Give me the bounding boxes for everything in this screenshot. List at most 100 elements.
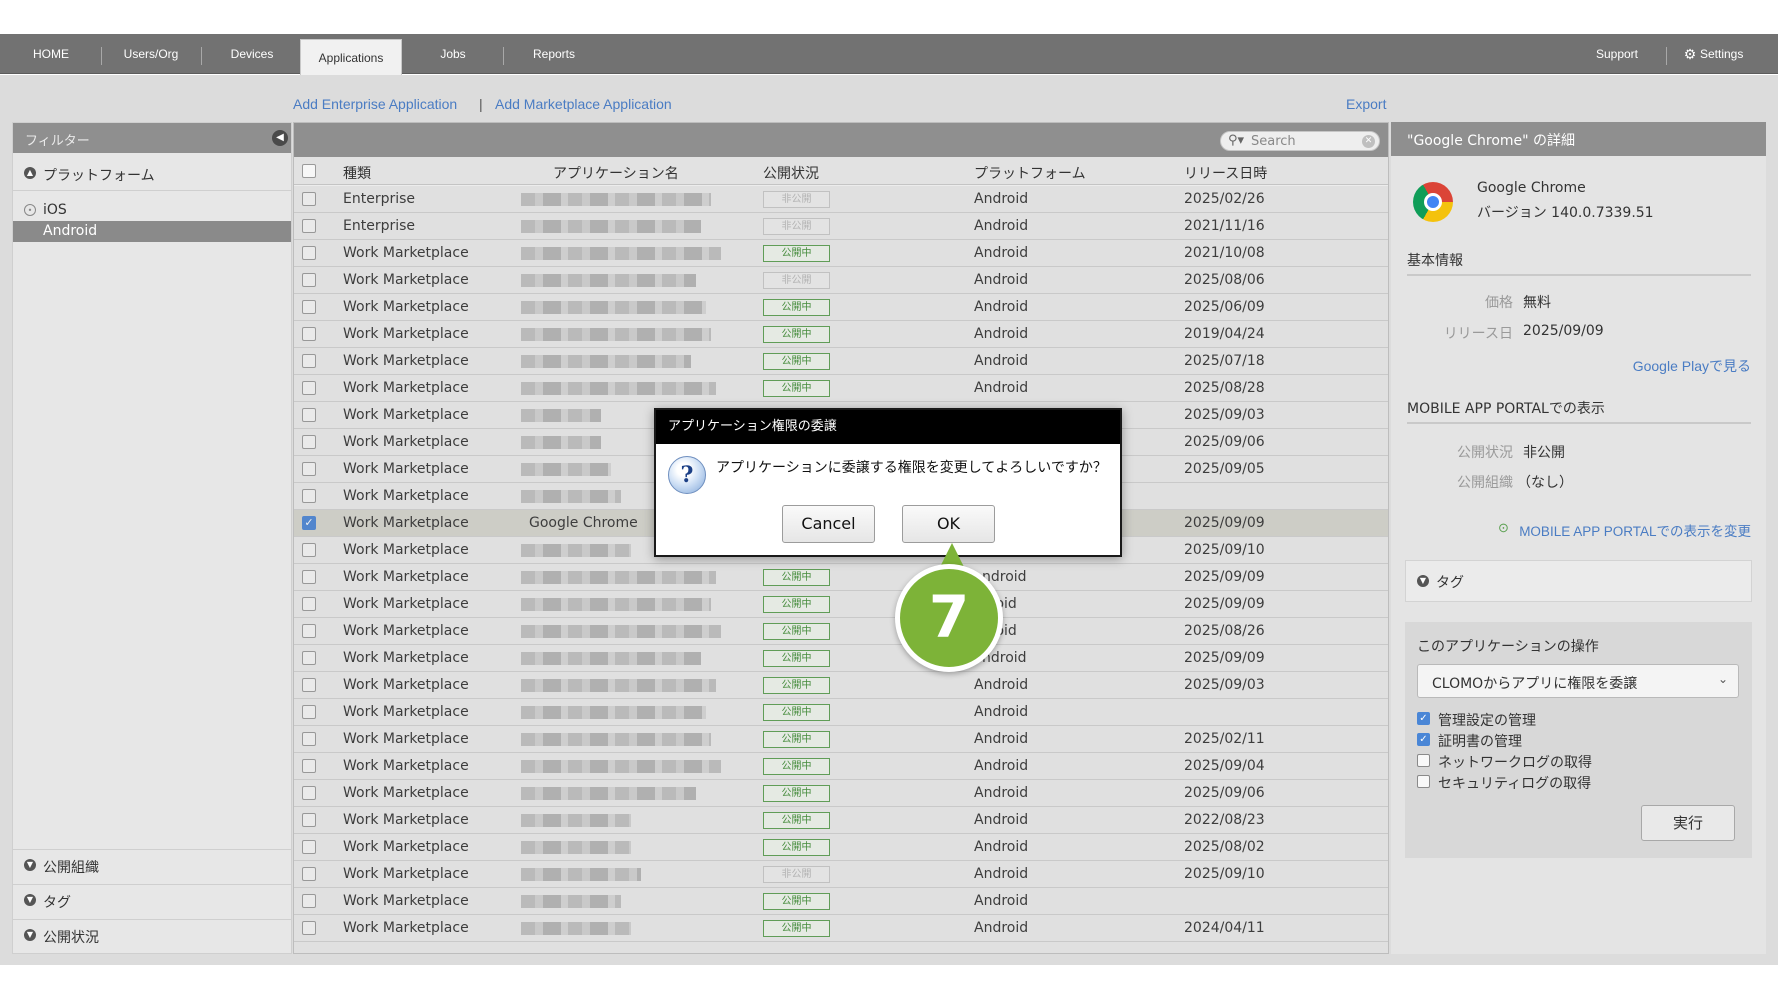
portal-heading: MOBILE APP PORTALでの表示 xyxy=(1407,401,1605,417)
dialog-title: アプリケーション権限の委譲 xyxy=(656,410,1120,444)
chevron-down-icon: ⌄ xyxy=(1717,672,1728,686)
confirm-dialog: アプリケーション権限の委譲 ? アプリケーションに委譲する権限を変更してよろしい… xyxy=(654,408,1122,557)
tab-reports[interactable]: Reports xyxy=(516,34,592,74)
filter-status-section[interactable]: ▼ 公開状況 xyxy=(13,927,291,949)
filter-tag-section[interactable]: ▼ タグ xyxy=(13,892,291,914)
add-marketplace-app-link[interactable]: Add Marketplace Application xyxy=(495,96,672,112)
operation-select-value: CLOMOからアプリに権限を委譲 xyxy=(1432,676,1638,692)
filter-status-label: 公開状況 xyxy=(43,930,99,946)
operation-select[interactable]: CLOMOからアプリに権限を委譲 ⌄ xyxy=(1417,664,1739,698)
modal-dim-overlay xyxy=(294,186,1388,953)
clear-icon[interactable]: ✕ xyxy=(1362,135,1375,148)
col-status[interactable]: 公開状況 xyxy=(763,163,819,183)
chrome-app-icon xyxy=(1413,182,1453,222)
add-enterprise-app-link[interactable]: Add Enterprise Application xyxy=(293,96,457,112)
nav-separator xyxy=(1666,47,1667,65)
google-play-link[interactable]: Google Playで見る xyxy=(1625,356,1751,376)
tab-devices[interactable]: Devices xyxy=(214,34,290,74)
option-label: ネットワークログの取得 xyxy=(1438,755,1592,771)
tab-applications[interactable]: Applications xyxy=(300,39,402,75)
divider xyxy=(13,190,291,191)
app-version: バージョン 140.0.7339.51 xyxy=(1477,205,1654,221)
pub-status-label: 公開状況 xyxy=(1457,445,1513,461)
expand-icon: ▼ xyxy=(24,929,36,941)
tab-users-org[interactable]: Users/Org xyxy=(110,34,192,74)
search-icon: ⚲▾ xyxy=(1228,133,1245,148)
expand-icon: ▼ xyxy=(24,859,36,871)
divider xyxy=(1407,422,1751,424)
radio-icon: • xyxy=(24,204,36,216)
col-app-name[interactable]: アプリケーション名 xyxy=(553,163,679,183)
price-value: 無料 xyxy=(1523,295,1551,311)
settings-link[interactable]: Settings xyxy=(1700,34,1756,74)
nav-separator xyxy=(101,47,102,65)
filter-android[interactable]: Android xyxy=(13,221,291,242)
tab-home[interactable]: HOME xyxy=(18,34,84,74)
filter-title: フィルター xyxy=(25,134,90,149)
divider xyxy=(1407,274,1751,276)
tag-section[interactable]: ▼ タグ xyxy=(1405,560,1752,602)
filter-tag-label: タグ xyxy=(43,895,71,911)
checkbox-checked[interactable]: ✓ xyxy=(1417,733,1430,746)
option-label: 証明書の管理 xyxy=(1438,734,1522,750)
app-name: Google Chrome xyxy=(1477,180,1586,196)
release-value: 2025/09/09 xyxy=(1523,323,1604,339)
support-link[interactable]: Support xyxy=(1584,34,1650,74)
option-managed-config[interactable]: ✓ 管理設定の管理 xyxy=(1417,710,1617,729)
option-network-log[interactable]: ネットワークログの取得 xyxy=(1417,752,1617,771)
collapse-left-icon[interactable]: ◀ xyxy=(272,130,288,146)
expand-icon: ▼ xyxy=(1417,575,1429,587)
filter-ios-label: iOS xyxy=(43,202,67,218)
ops-title: このアプリケーションの操作 xyxy=(1417,639,1599,655)
detail-header: "Google Chrome" の詳細 xyxy=(1391,122,1766,156)
filter-ios[interactable]: • iOS xyxy=(13,202,291,222)
col-type[interactable]: 種類 xyxy=(343,163,371,183)
ok-button[interactable]: OK xyxy=(902,505,995,543)
col-platform[interactable]: プラットフォーム xyxy=(974,163,1086,183)
collapse-icon: ▲ xyxy=(24,167,36,179)
pub-org-value: （なし） xyxy=(1517,475,1573,491)
table-header: 種類 アプリケーション名 公開状況 プラットフォーム リリース日時 xyxy=(294,157,1388,185)
cancel-button[interactable]: Cancel xyxy=(782,505,875,543)
filter-header: フィルター ◀ xyxy=(13,123,291,153)
option-certificate[interactable]: ✓ 証明書の管理 xyxy=(1417,731,1617,750)
release-label: リリース日 xyxy=(1443,326,1513,342)
checkbox[interactable] xyxy=(1417,775,1430,788)
search-input[interactable]: ⚲▾ Search ✕ xyxy=(1220,131,1380,151)
screen: HOME Users/Org Devices Applications Jobs… xyxy=(0,0,1778,1000)
run-button[interactable]: 実行 xyxy=(1641,805,1735,841)
option-security-log[interactable]: セキュリティログの取得 xyxy=(1417,773,1617,792)
detail-title: "Google Chrome" の詳細 xyxy=(1407,133,1576,149)
app-operations-section: このアプリケーションの操作 CLOMOからアプリに権限を委譲 ⌄ ✓ 管理設定の… xyxy=(1405,622,1752,858)
filter-platform-section[interactable]: ▲ プラットフォーム xyxy=(13,165,291,185)
divider xyxy=(13,884,291,885)
tab-jobs[interactable]: Jobs xyxy=(420,34,486,74)
option-label: 管理設定の管理 xyxy=(1438,713,1536,729)
filter-panel: フィルター ◀ ▲ プラットフォーム • iOS Android ▼ 公開組織 … xyxy=(12,122,292,954)
top-nav: HOME Users/Org Devices Applications Jobs… xyxy=(0,34,1778,75)
change-portal-display-link[interactable]: MOBILE APP PORTALでの表示を変更 xyxy=(1511,520,1751,540)
basic-info-heading: 基本情報 xyxy=(1407,253,1463,269)
search-placeholder: Search xyxy=(1251,134,1296,149)
step-number-badge: 7 xyxy=(895,564,1003,672)
checkbox[interactable] xyxy=(1417,754,1430,767)
app-detail-panel: "Google Chrome" の詳細 Google Chrome バージョン … xyxy=(1391,122,1766,954)
price-label: 価格 xyxy=(1485,295,1513,311)
gear-icon: ⚙ xyxy=(1683,46,1697,62)
filter-platform-label: プラットフォーム xyxy=(43,168,155,184)
expand-icon: ▼ xyxy=(24,894,36,906)
filter-org-section[interactable]: ▼ 公開組織 xyxy=(13,857,291,879)
export-link[interactable]: Export xyxy=(1346,96,1386,112)
question-icon: ? xyxy=(668,456,706,494)
pub-org-label: 公開組織 xyxy=(1457,475,1513,491)
tag-label: タグ xyxy=(1436,575,1464,591)
nav-separator xyxy=(201,47,202,65)
dialog-message: アプリケーションに委譲する権限を変更してよろしいですか？ xyxy=(716,460,1107,476)
divider xyxy=(13,849,291,850)
checkbox-checked[interactable]: ✓ xyxy=(1417,712,1430,725)
col-release-date[interactable]: リリース日時 xyxy=(1184,163,1267,183)
nav-separator xyxy=(503,47,504,65)
pub-status-value: 非公開 xyxy=(1523,445,1565,461)
filter-org-label: 公開組織 xyxy=(43,860,99,876)
select-all-checkbox[interactable] xyxy=(302,164,316,178)
